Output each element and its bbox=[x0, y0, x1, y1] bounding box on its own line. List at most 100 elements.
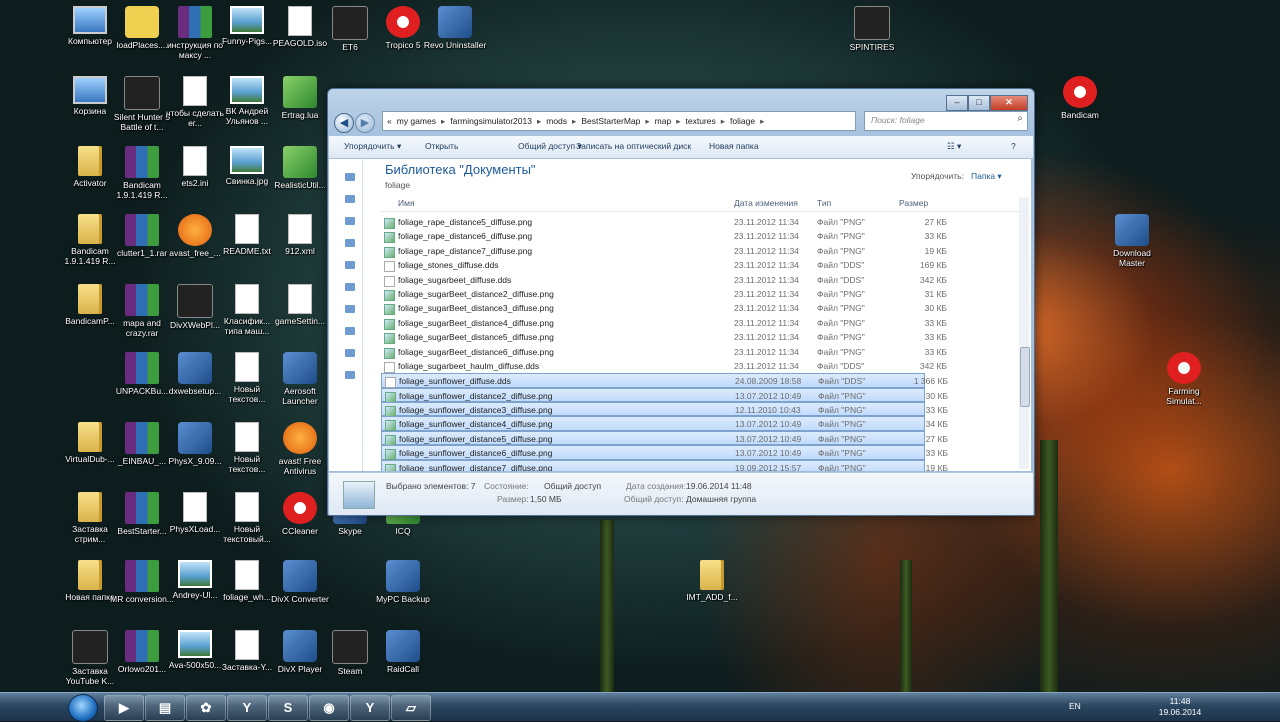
taskbar-app-button[interactable]: Y bbox=[227, 695, 267, 721]
column-type[interactable]: Тип bbox=[817, 198, 831, 208]
file-row[interactable]: foliage_sunflower_distance3_diffuse.png 1… bbox=[381, 402, 948, 418]
desktop-icon[interactable]: gameSettin... bbox=[268, 284, 332, 326]
file-row[interactable]: foliage_sunflower_distance2_diffuse.png 1… bbox=[381, 387, 948, 403]
desktop-icon[interactable]: DivX Converter bbox=[268, 560, 332, 604]
red-icon bbox=[386, 6, 420, 38]
minimize-button[interactable]: – bbox=[946, 95, 968, 111]
organize-button[interactable]: Упорядочить ▾ bbox=[344, 141, 401, 152]
file-row[interactable]: foliage_sugarBeet_distance5_diffuse.png 2… bbox=[381, 330, 1021, 345]
search-input[interactable]: Поиск: foliage ⌕ bbox=[864, 111, 1028, 131]
dark-icon bbox=[177, 284, 213, 318]
taskbar-app-button[interactable]: ▤ bbox=[145, 695, 185, 721]
taskbar-app-button[interactable]: ▶ bbox=[104, 695, 144, 721]
vertical-scrollbar[interactable] bbox=[1019, 197, 1030, 469]
taskbar-app-button[interactable]: S bbox=[268, 695, 308, 721]
view-options-button[interactable]: ☷ ▾ bbox=[947, 141, 961, 152]
desktop-icon[interactable]: MyPC Backup bbox=[371, 560, 435, 604]
breadcrumb-segment[interactable]: textures bbox=[686, 116, 716, 126]
file-row[interactable]: foliage_rape_distance5_diffuse.png 23.11.… bbox=[381, 215, 1021, 229]
clock-time: 11:48 bbox=[1169, 696, 1191, 706]
file-size: 33 КБ bbox=[924, 317, 947, 328]
desktop-icon[interactable]: IMT_ADD_f... bbox=[680, 560, 744, 602]
file-row[interactable]: foliage_sunflower_distance6_diffuse.png 1… bbox=[381, 445, 948, 461]
desktop-icon[interactable]: Download Master bbox=[1100, 214, 1164, 268]
folder-icon bbox=[78, 422, 102, 452]
file-row[interactable]: foliage_sunflower_diffuse.dds 24.08.2009 … bbox=[381, 373, 948, 389]
close-button[interactable]: ✕ bbox=[990, 95, 1028, 111]
file-name: foliage_rape_distance5_diffuse.png bbox=[398, 217, 533, 227]
new-folder-button[interactable]: Новая папка bbox=[709, 141, 759, 151]
breadcrumb-segment[interactable]: map bbox=[655, 116, 672, 126]
arrange-dropdown[interactable]: Папка ▾ bbox=[971, 171, 1002, 182]
taskbar-app-button[interactable]: ◉ bbox=[309, 695, 349, 721]
folder-icon bbox=[78, 560, 102, 590]
address-bar[interactable]: « my games ▸ farmingsimulator2013 ▸ mods ▸ Best… bbox=[382, 111, 856, 131]
desktop-icon[interactable]: Ertrag.lua bbox=[268, 76, 332, 120]
file-row[interactable]: foliage_sugarBeet_distance3_diffuse.png 2… bbox=[381, 301, 1021, 316]
desktop-icon[interactable]: SPINTIRES bbox=[840, 6, 904, 52]
file-size: 34 КБ bbox=[925, 419, 948, 430]
burn-button[interactable]: Записать на оптический диск bbox=[576, 141, 691, 151]
desktop-icon[interactable]: Aerosoft Launcher bbox=[268, 352, 332, 406]
file-size: 27 КБ bbox=[925, 433, 948, 444]
file-row[interactable]: foliage_stones_diffuse.dds 23.11.2012 11:… bbox=[381, 258, 1021, 273]
taskbar-app-button[interactable]: ▱ bbox=[391, 695, 431, 721]
file-type: Файл "PNG" bbox=[817, 317, 865, 328]
desktop-icon[interactable]: RaidCall bbox=[371, 630, 435, 674]
desktop-icon[interactable]: Revo Uninstaller bbox=[423, 6, 487, 50]
column-name[interactable]: Имя bbox=[398, 198, 415, 208]
file-row[interactable]: foliage_sunflower_distance7_diffuse.png 1… bbox=[381, 459, 948, 471]
desktop-icon[interactable]: Bandicam bbox=[1048, 76, 1112, 120]
png-file-icon bbox=[385, 406, 396, 418]
share-button[interactable]: Общий доступ ▾ bbox=[518, 141, 582, 152]
file-row[interactable]: foliage_sugarbeet_haulm_diffuse.dds 23.11… bbox=[381, 359, 1021, 373]
file-row[interactable]: foliage_sugarBeet_distance2_diffuse.png 2… bbox=[381, 287, 1021, 301]
breadcrumb-chevron-icon[interactable]: ▸ bbox=[441, 116, 445, 126]
desktop-icon[interactable]: avast! Free Antivirus bbox=[268, 422, 332, 476]
breadcrumb-chevron-icon[interactable]: ▸ bbox=[537, 116, 541, 126]
png-file-icon bbox=[384, 246, 395, 258]
file-row[interactable]: foliage_sugarbeet_diffuse.dds 23.11.2012 … bbox=[381, 273, 1021, 287]
file-date: 23.11.2012 11:34 bbox=[734, 274, 799, 285]
desktop-icon[interactable]: RealisticUtil... bbox=[268, 146, 332, 190]
column-size[interactable]: Размер bbox=[899, 198, 928, 208]
desktop-icon-label: 912.xml bbox=[285, 246, 315, 256]
language-indicator[interactable]: EN bbox=[1069, 701, 1081, 711]
file-type: Файл "PNG" bbox=[818, 448, 866, 459]
clock[interactable]: 11:48 19.06.2014 bbox=[1152, 696, 1208, 718]
breadcrumb-chevron-icon[interactable]: ▸ bbox=[760, 116, 764, 126]
column-date[interactable]: Дата изменения bbox=[734, 198, 798, 208]
explorer-window[interactable]: – □ ✕ ◀ ▶ « my games ▸ farmingsimulator2013… bbox=[327, 88, 1035, 516]
file-date: 13.07.2012 10:49 bbox=[735, 448, 802, 459]
breadcrumb-segment[interactable]: my games bbox=[397, 116, 436, 126]
file-row[interactable]: foliage_rape_distance7_diffuse.png 23.11.… bbox=[381, 244, 1021, 258]
start-button[interactable] bbox=[68, 694, 98, 722]
scroll-thumb[interactable] bbox=[1020, 347, 1030, 407]
app-icon bbox=[438, 6, 472, 38]
desktop-icon[interactable]: Farming Simulat... bbox=[1152, 352, 1216, 406]
taskbar-app-button[interactable]: Y bbox=[350, 695, 390, 721]
help-icon[interactable]: ? bbox=[1011, 141, 1016, 151]
breadcrumb-segment[interactable]: foliage bbox=[730, 116, 755, 126]
file-row[interactable]: foliage_sugarBeet_distance6_diffuse.png 2… bbox=[381, 345, 1021, 359]
breadcrumb-overflow[interactable]: « bbox=[387, 116, 392, 126]
desktop-icon[interactable]: 912.xml bbox=[268, 214, 332, 256]
taskbar-app-button[interactable]: ✿ bbox=[186, 695, 226, 721]
navigation-pane[interactable] bbox=[329, 159, 363, 471]
file-row[interactable]: foliage_sugarBeet_distance4_diffuse.png 2… bbox=[381, 316, 1021, 330]
breadcrumb-chevron-icon[interactable]: ▸ bbox=[645, 116, 649, 126]
open-button[interactable]: Открыть bbox=[425, 141, 458, 151]
breadcrumb-segment[interactable]: mods bbox=[546, 116, 567, 126]
breadcrumb-chevron-icon[interactable]: ▸ bbox=[572, 116, 576, 126]
maximize-button[interactable]: □ bbox=[968, 95, 990, 111]
back-arrow-icon[interactable]: ◀ bbox=[334, 113, 354, 133]
file-row[interactable]: foliage_rape_distance6_diffuse.png 23.11.… bbox=[381, 229, 1021, 244]
breadcrumb-chevron-icon[interactable]: ▸ bbox=[676, 116, 680, 126]
breadcrumb-segment[interactable]: BestStarterMap bbox=[581, 116, 640, 126]
breadcrumb-chevron-icon[interactable]: ▸ bbox=[721, 116, 725, 126]
file-list-pane: Библиотека "Документы" foliage Упорядочи… bbox=[363, 159, 1031, 471]
forward-arrow-icon[interactable]: ▶ bbox=[355, 113, 375, 133]
file-row[interactable]: foliage_sunflower_distance4_diffuse.png 1… bbox=[381, 416, 948, 432]
breadcrumb-segment[interactable]: farmingsimulator2013 bbox=[450, 116, 532, 126]
file-row[interactable]: foliage_sunflower_distance5_diffuse.png 1… bbox=[381, 430, 948, 446]
